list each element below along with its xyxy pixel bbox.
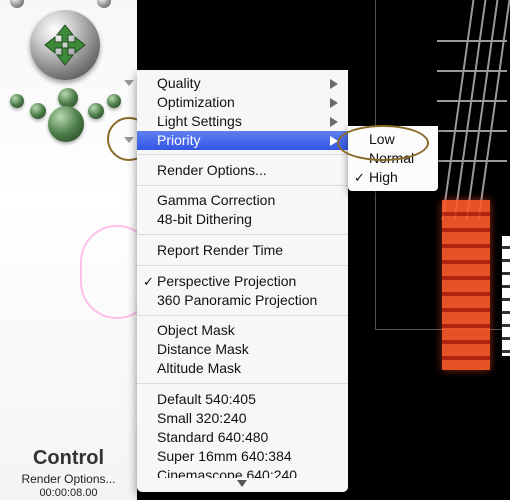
menu-separator	[137, 315, 348, 316]
menu-item-distance-mask[interactable]: Distance Mask	[137, 340, 348, 359]
control-title: Control	[32, 447, 105, 469]
menu-item-cinemascope-size[interactable]: Cinemascope 640:240	[137, 466, 348, 478]
menu-item-perspective-projection[interactable]: ✓ Perspective Projection	[137, 272, 348, 291]
move-arrows-icon	[44, 24, 86, 66]
grid-line	[437, 160, 507, 162]
menu-item-label: Distance Mask	[157, 341, 249, 357]
menu-separator	[137, 154, 348, 155]
control-time: 00:00:08.00	[39, 487, 98, 499]
control-panel: Control Render Options... 00:00:08.00	[0, 0, 154, 500]
menu-item-light-settings[interactable]: Light Settings	[137, 112, 348, 131]
navigation-dropdown-arrow[interactable]	[124, 80, 134, 86]
checkmark-icon: ✓	[354, 170, 365, 185]
render-context-menu: Quality Optimization Light Settings Prio…	[137, 70, 348, 492]
submenu-arrow-icon	[330, 98, 338, 108]
menu-item-label: Render Options...	[157, 162, 267, 178]
menu-item-label: Super 16mm 640:384	[157, 448, 292, 464]
checkmark-icon: ✓	[143, 274, 154, 289]
viewport-tabs[interactable]	[502, 236, 510, 356]
menu-item-quality[interactable]: Quality	[137, 74, 348, 93]
grid-line	[437, 100, 507, 102]
grid-line	[437, 40, 507, 42]
control-ball-3[interactable]	[58, 88, 78, 108]
control-ball-4[interactable]	[88, 103, 104, 119]
menu-item-label: 360 Panoramic Projection	[157, 292, 318, 308]
submenu-item-high[interactable]: ✓ High	[348, 168, 438, 187]
menu-item-altitude-mask[interactable]: Altitude Mask	[137, 359, 348, 378]
submenu-arrow-icon	[330, 79, 338, 89]
rendered-object	[442, 200, 490, 370]
menu-item-report-render-time[interactable]: Report Render Time	[137, 241, 348, 260]
menu-item-super16mm-size[interactable]: Super 16mm 640:384	[137, 447, 348, 466]
menu-item-optimization[interactable]: Optimization	[137, 93, 348, 112]
menu-item-label: Perspective Projection	[157, 273, 297, 289]
control-ball-main[interactable]	[48, 106, 84, 142]
menu-item-label: Standard 640:480	[157, 429, 269, 445]
menu-item-priority[interactable]: Priority	[137, 131, 348, 150]
menu-separator	[137, 185, 348, 186]
menu-item-default-size[interactable]: Default 540:405	[137, 390, 348, 409]
control-ball-1[interactable]	[10, 94, 24, 108]
menu-item-object-mask[interactable]: Object Mask	[137, 321, 348, 340]
menu-item-label: Priority	[157, 132, 201, 148]
navigation-ball[interactable]	[30, 10, 100, 80]
menu-separator	[137, 383, 348, 384]
menu-item-standard-size[interactable]: Standard 640:480	[137, 428, 348, 447]
annotation-ring-low	[337, 125, 429, 161]
menu-scroll-down-icon[interactable]	[237, 480, 247, 487]
menu-item-small-size[interactable]: Small 320:240	[137, 409, 348, 428]
menu-item-label: Quality	[157, 75, 201, 91]
menu-item-label: Cinemascope 640:240	[157, 467, 298, 478]
menu-item-label: Optimization	[157, 94, 235, 110]
top-knob-right[interactable]	[97, 0, 111, 8]
menu-item-label: Gamma Correction	[157, 192, 276, 208]
submenu-arrow-icon	[330, 117, 338, 127]
control-ball-2[interactable]	[30, 103, 46, 119]
menu-item-label: Report Render Time	[157, 242, 284, 258]
grid-line	[437, 130, 507, 132]
menu-item-render-options[interactable]: Render Options...	[137, 161, 348, 180]
menu-separator	[137, 234, 348, 235]
control-ball-5[interactable]	[107, 94, 121, 108]
top-knob-left[interactable]	[10, 0, 24, 8]
submenu-item-label: High	[369, 169, 398, 185]
grid-line	[437, 70, 507, 72]
menu-item-label: 48-bit Dithering	[157, 211, 252, 227]
menu-item-gamma-correction[interactable]: Gamma Correction	[137, 191, 348, 210]
menu-item-label: Default 540:405	[157, 391, 256, 407]
control-subtitle: Render Options...	[21, 472, 116, 486]
menu-item-360-panoramic-projection[interactable]: 360 Panoramic Projection	[137, 291, 348, 310]
menu-item-48bit-dithering[interactable]: 48-bit Dithering	[137, 210, 348, 229]
menu-item-label: Small 320:240	[157, 410, 247, 426]
menu-separator	[137, 265, 348, 266]
menu-item-label: Object Mask	[157, 322, 235, 338]
menu-item-label: Light Settings	[157, 113, 242, 129]
menu-item-label: Altitude Mask	[157, 360, 242, 376]
